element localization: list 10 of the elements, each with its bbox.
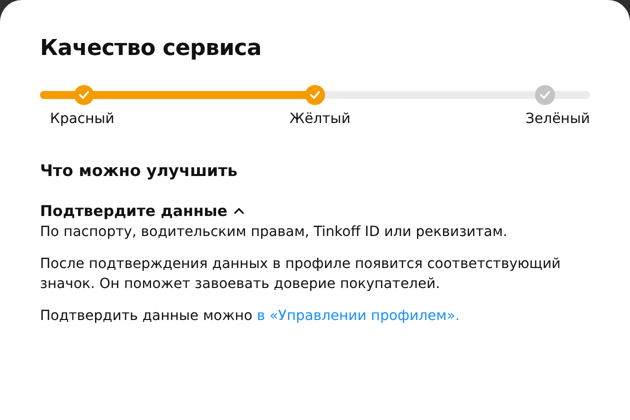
paragraph: Подтвердить данные можно в «Управлении профилем». — [40, 307, 461, 326]
item-subtitle: По паспорту, водительским правам, Tinkoff ID или реквизитам. — [40, 223, 508, 242]
paragraph: После подтверждения данных в профиле появится соответствующий значок. Он поможет завоевать доверие покупателей. — [40, 255, 562, 294]
step-label: Красный — [50, 111, 114, 127]
section-title: Что можно улучшить — [40, 161, 239, 180]
expand-toggle[interactable]: Подтвердите данные — [40, 202, 244, 220]
dialog-title: Качество сервиса — [40, 36, 262, 61]
chevron-icon — [234, 208, 244, 214]
step-label: Зелёный — [526, 111, 590, 127]
step-label: Жёлтый — [290, 111, 350, 127]
